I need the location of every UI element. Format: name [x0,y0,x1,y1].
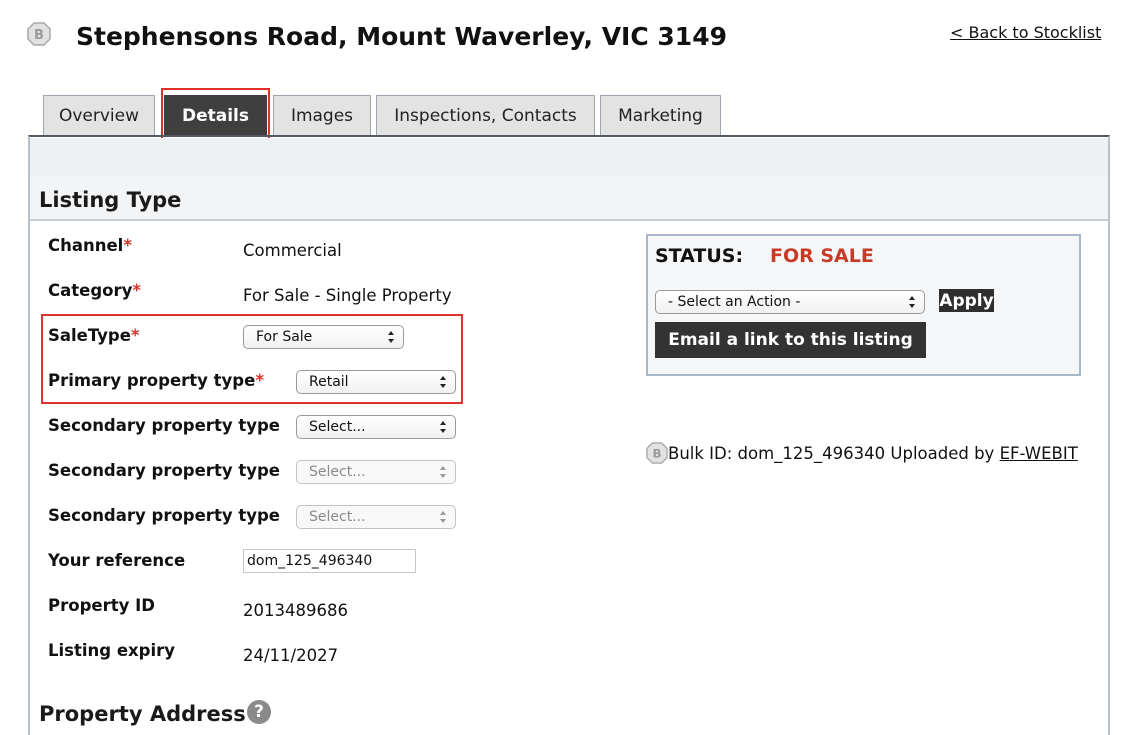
uploader-link[interactable]: EF-WEBIT [1000,444,1078,463]
details-panel [28,135,1110,735]
property-id-label: Property ID [48,596,155,615]
property-address-title: Property Address [39,702,246,726]
b-logo-icon: B [27,22,51,46]
required-marker: * [123,236,132,255]
property-id-value: 2013489686 [243,601,348,620]
tab-inspections-contacts[interactable]: Inspections, Contacts [376,95,595,135]
email-listing-link-button[interactable]: Email a link to this listing [655,322,926,358]
help-icon[interactable]: ? [247,700,271,724]
bulk-b-icon: B [646,442,668,464]
select-arrows-icon [909,296,915,308]
bulk-id-text: Bulk ID: dom_125_496340 Uploaded by EF-W… [668,444,1078,463]
sale-type-highlight [41,314,463,404]
tab-images[interactable]: Images [273,95,371,135]
category-value: For Sale - Single Property [243,286,452,305]
listing-type-header-bar [30,176,1108,221]
secondary-property-type-select-2[interactable]: Select... [296,460,456,484]
page-title: Stephensons Road, Mount Waverley, VIC 31… [76,22,727,51]
listing-expiry-value: 24/11/2027 [243,646,339,665]
status-action-selected-value: - Select an Action - [668,294,801,310]
secondary-property-type-selected-value: Select... [309,464,366,480]
required-marker: * [132,281,142,300]
secondary-property-type-label: Secondary property type [48,506,280,525]
your-reference-label: Your reference [48,551,186,570]
tab-overview[interactable]: Overview [43,95,155,135]
svg-text:B: B [34,28,44,43]
listing-expiry-label: Listing expiry [48,641,176,660]
secondary-property-type-select-1[interactable]: Select... [296,415,456,439]
apply-button[interactable]: Apply [939,289,994,312]
channel-label: Channel* [48,236,132,255]
category-label: Category* [48,281,142,300]
status-label: STATUS: [655,245,744,267]
status-action-select[interactable]: - Select an Action - [655,290,925,314]
secondary-property-type-label: Secondary property type [48,416,280,435]
secondary-property-type-label: Secondary property type [48,461,280,480]
panel-top-band [30,138,1108,176]
secondary-property-type-selected-value: Select... [309,509,366,525]
svg-text:B: B [652,447,661,461]
select-arrows-icon [440,466,446,478]
tab-marketing[interactable]: Marketing [600,95,721,135]
your-reference-input[interactable]: dom_125_496340 [243,549,416,573]
status-value: FOR SALE [770,245,874,267]
select-arrows-icon [440,511,446,523]
listing-type-title: Listing Type [39,188,182,212]
select-arrows-icon [440,421,446,433]
secondary-property-type-selected-value: Select... [309,419,366,435]
channel-value: Commercial [243,241,342,260]
secondary-property-type-select-3[interactable]: Select... [296,505,456,529]
back-to-stocklist-link[interactable]: < Back to Stocklist [950,23,1101,42]
